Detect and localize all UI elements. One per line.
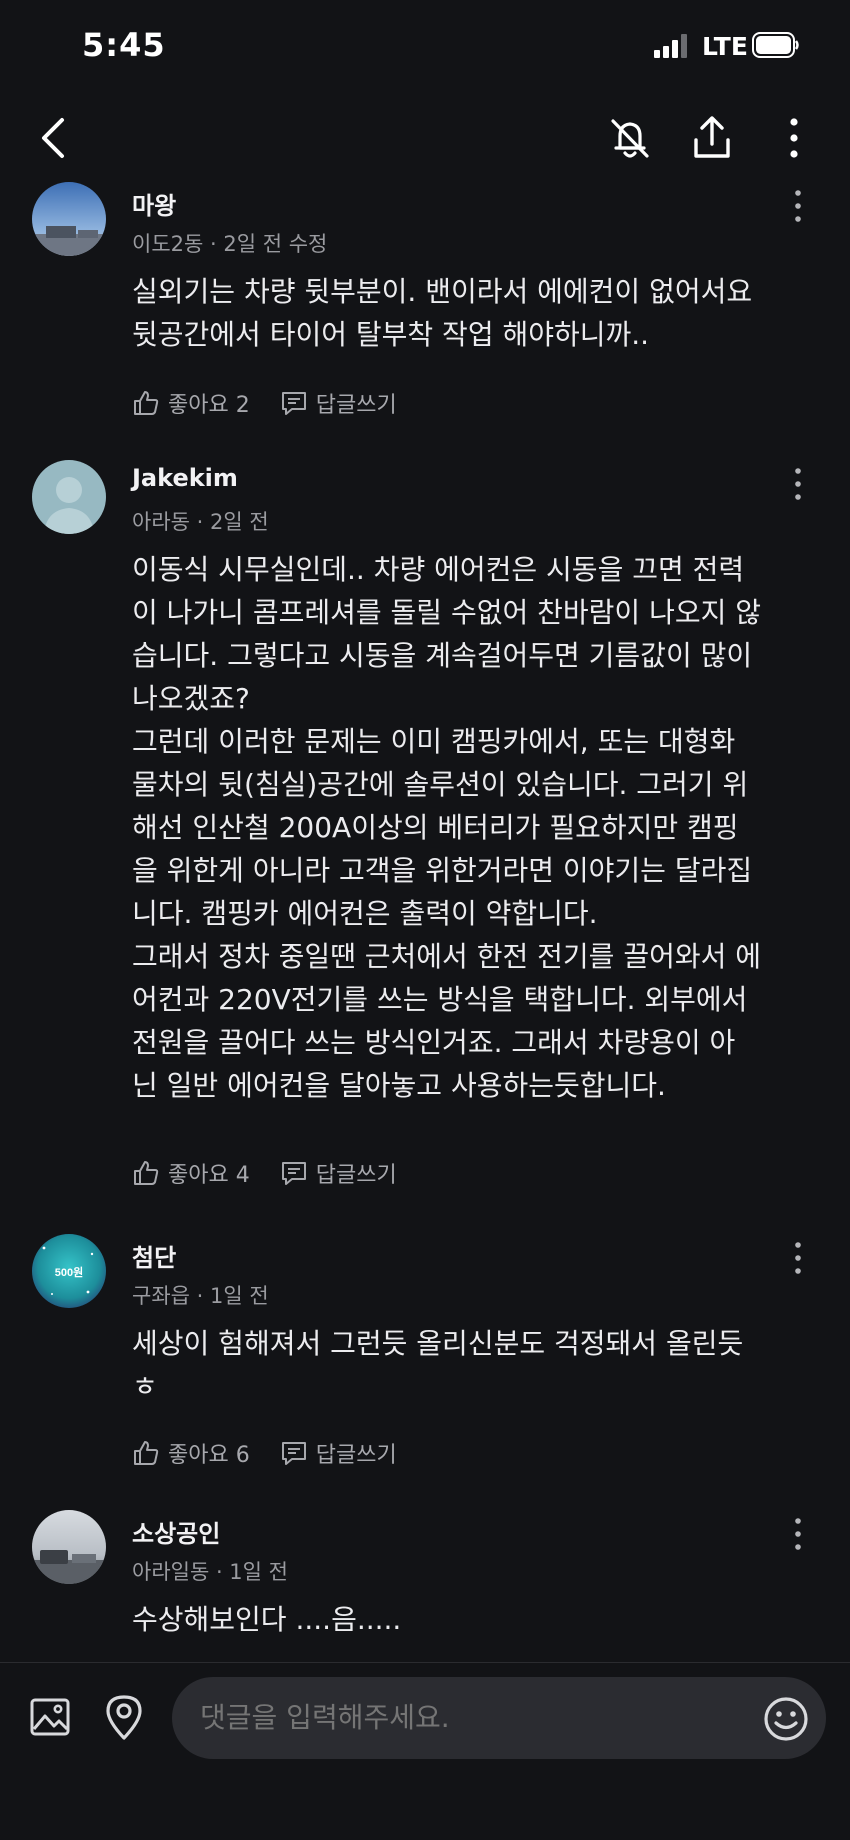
back-button[interactable]: [24, 108, 84, 168]
more-vertical-icon: [790, 118, 798, 158]
network-type: LTE: [702, 32, 748, 61]
comment-list: 마왕 이도2동 · 2일 전 수정 실외기는 차량 뒷부분이. 밴이라서 에에컨…: [0, 180, 850, 1662]
notification-toggle-button[interactable]: [600, 108, 660, 168]
reply-button[interactable]: 답글쓰기: [280, 1437, 397, 1469]
share-button[interactable]: [682, 108, 742, 168]
comment-composer: [0, 1662, 850, 1840]
comment-input-container: [172, 1677, 826, 1759]
avatar[interactable]: [32, 460, 106, 534]
comment-text: 세상이 험해져서 그런듯 올리신분도 걱정돼서 올린듯 ㅎ: [132, 1327, 744, 1403]
signal-strength-icon: [654, 34, 690, 58]
like-button[interactable]: 좋아요 4: [132, 1157, 250, 1189]
comment-actions: 좋아요 4 답글쓰기: [132, 1156, 397, 1190]
avatar-label: 500원: [55, 1265, 83, 1279]
attach-image-button[interactable]: [24, 1691, 76, 1743]
comment-actions: 좋아요 6 답글쓰기: [132, 1436, 397, 1470]
like-button[interactable]: 좋아요 2: [132, 387, 250, 419]
emoji-icon[interactable]: [762, 1695, 810, 1743]
more-vertical-icon: [795, 1242, 801, 1274]
reply-icon: [281, 1162, 306, 1185]
comment-text: 이동식 시무실인데.. 차량 에어컨은 시동을 끄면 전력 이 나가니 콤프레셔…: [132, 553, 762, 1102]
more-options-button[interactable]: [764, 108, 824, 168]
battery-icon: [752, 32, 799, 58]
like-label: 좋아요 4: [168, 1163, 250, 1188]
comment-more-button[interactable]: [780, 1516, 816, 1552]
comment-more-button[interactable]: [780, 188, 816, 224]
comment-text: 실외기는 차량 뒷부분이. 밴이라서 에에컨이 없어서요 뒷공간에서 타이어 탈…: [132, 275, 753, 351]
status-bar: 5:45 LTE: [0, 0, 850, 96]
more-vertical-icon: [795, 468, 801, 500]
like-button[interactable]: 좋아요 6: [132, 1437, 250, 1469]
comment-author[interactable]: Jakekim: [132, 464, 238, 492]
location-pin-icon: [106, 1695, 142, 1740]
comment-meta: 이도2동 · 2일 전 수정: [132, 232, 328, 256]
chevron-left-icon: [42, 118, 64, 158]
comment-author[interactable]: 소상공인: [132, 1514, 220, 1549]
share-icon: [694, 116, 730, 158]
thumbs-up-icon: [134, 391, 159, 415]
like-label: 좋아요 6: [168, 1443, 250, 1468]
comment-meta: 아라동 · 2일 전: [132, 510, 269, 534]
reply-icon: [281, 392, 306, 415]
comment-meta: 구좌읍 · 1일 전: [132, 1284, 269, 1308]
reply-button[interactable]: 답글쓰기: [280, 1157, 397, 1189]
comment-meta: 아라일동 · 1일 전: [132, 1560, 288, 1584]
bell-off-icon: [611, 119, 649, 158]
reply-label: 답글쓰기: [315, 1443, 397, 1468]
comment-text: 수상해보인다 ....음.....: [132, 1603, 402, 1636]
reply-label: 답글쓰기: [315, 393, 397, 418]
more-vertical-icon: [795, 1518, 801, 1550]
comment-actions: 좋아요 2 답글쓰기: [132, 386, 397, 420]
comment-more-button[interactable]: [780, 466, 816, 502]
comment-more-button[interactable]: [780, 1240, 816, 1276]
attach-location-button[interactable]: [98, 1691, 150, 1743]
top-navigation: [0, 96, 850, 180]
reply-icon: [281, 1442, 306, 1465]
comment-author[interactable]: 첨단: [132, 1238, 176, 1273]
avatar[interactable]: 500원: [32, 1234, 106, 1308]
reply-button[interactable]: 답글쓰기: [280, 387, 397, 419]
more-vertical-icon: [795, 190, 801, 222]
thumbs-up-icon: [134, 1161, 159, 1185]
like-label: 좋아요 2: [168, 393, 250, 418]
status-time: 5:45: [82, 26, 166, 64]
avatar[interactable]: [32, 1510, 106, 1584]
avatar[interactable]: [32, 182, 106, 256]
image-icon: [30, 1698, 70, 1736]
comment-author[interactable]: 마왕: [132, 186, 176, 221]
thumbs-up-icon: [134, 1441, 159, 1465]
reply-label: 답글쓰기: [315, 1163, 397, 1188]
comment-input[interactable]: [200, 1701, 740, 1734]
